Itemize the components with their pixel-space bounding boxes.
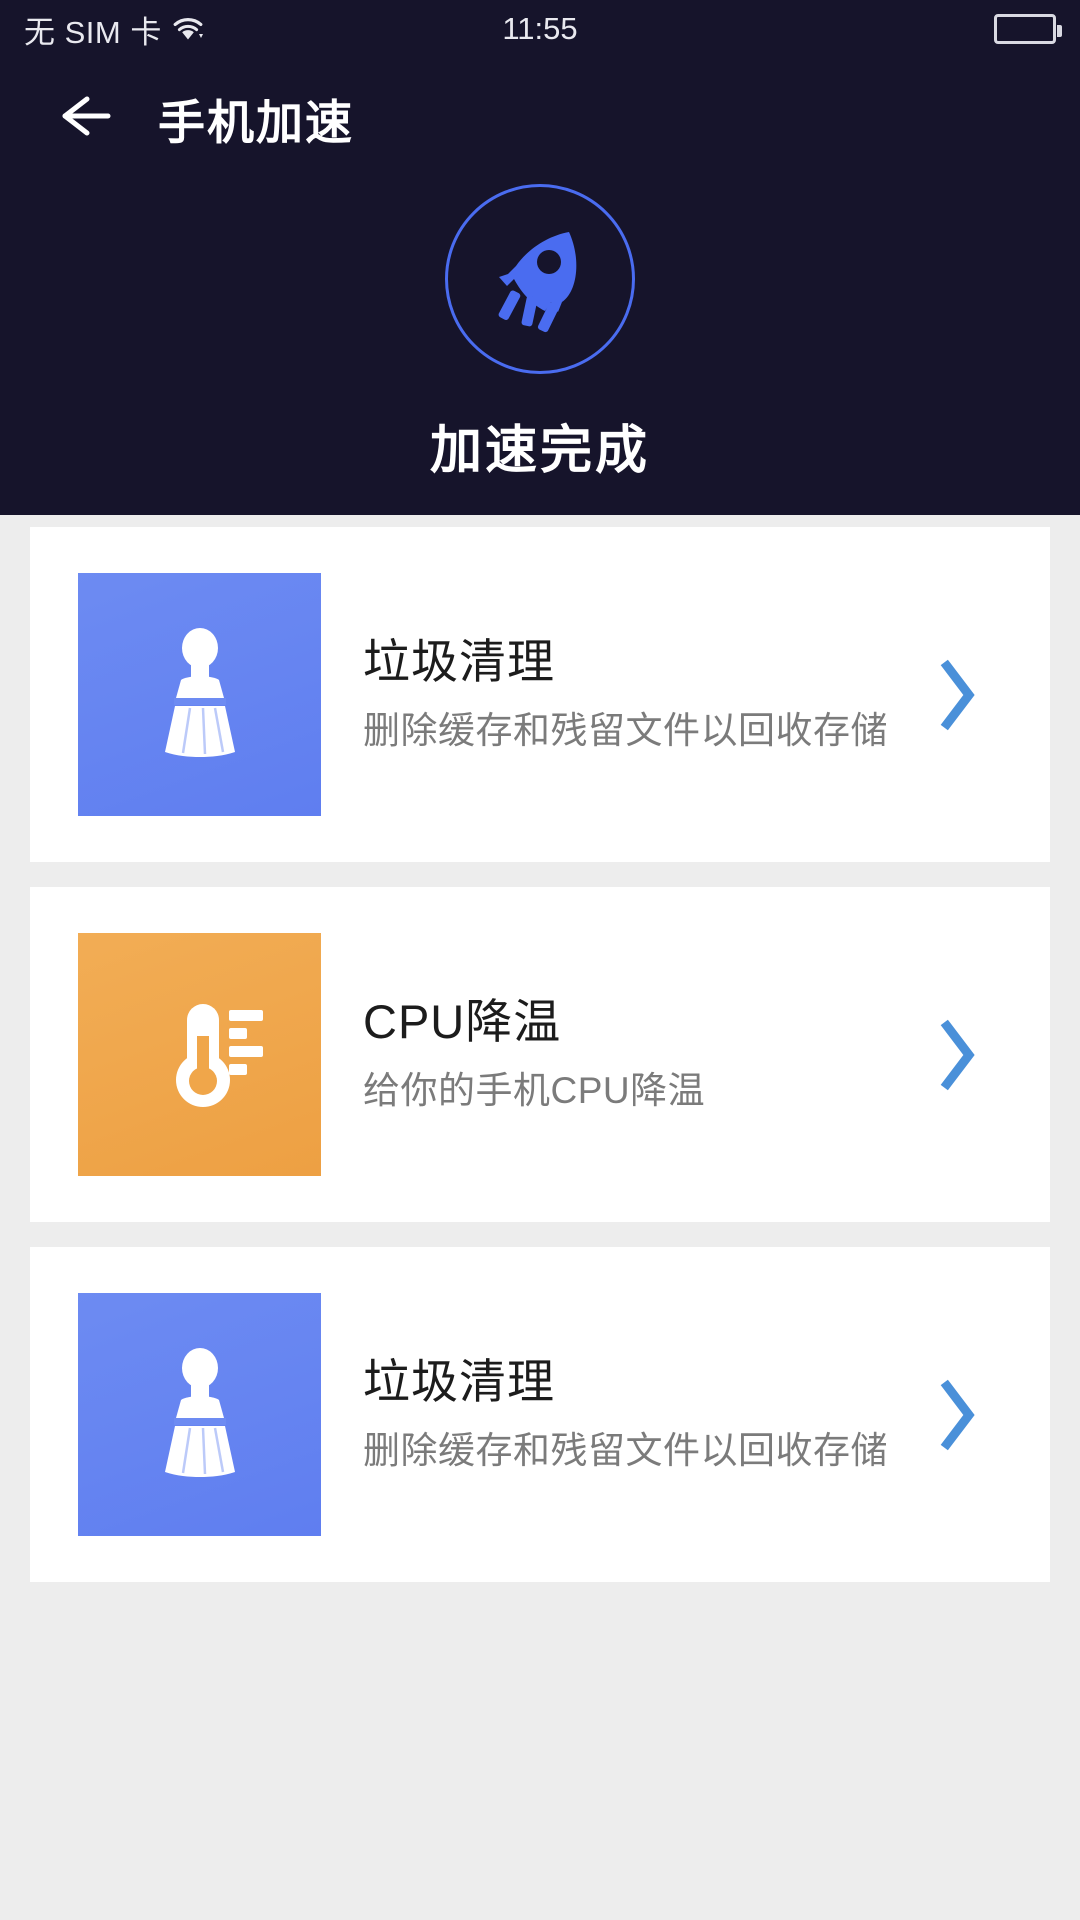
broom-icon <box>78 573 321 816</box>
list-item-description: 给你的手机CPU降温 <box>363 1069 706 1111</box>
battery-icon <box>994 14 1062 44</box>
list-item[interactable]: CPU降温 给你的手机CPU降温 <box>30 887 1050 1222</box>
rocket-icon <box>477 214 603 345</box>
hero-status-title: 加速完成 <box>429 422 650 480</box>
carrier-label: 无 SIM 卡 <box>24 14 162 50</box>
list-item-title: 垃圾清理 <box>363 634 555 688</box>
list-item-title: CPU降温 <box>363 994 562 1048</box>
back-arrow-icon <box>53 91 115 146</box>
list-item-text: 垃圾清理 删除缓存和残留文件以回收存储 <box>363 1355 910 1474</box>
hero-section: 加速完成 <box>0 178 1080 483</box>
chevron-right-icon[interactable] <box>910 1378 1006 1452</box>
chevron-right-icon[interactable] <box>910 1018 1006 1092</box>
back-button[interactable] <box>36 70 132 166</box>
status-bar: 无 SIM 卡 11:55 <box>0 0 1080 58</box>
list-item-title: 垃圾清理 <box>363 1354 555 1408</box>
list-item-text: CPU降温 给你的手机CPU降温 <box>363 995 910 1114</box>
broom-icon <box>78 1293 321 1536</box>
page-title: 手机加速 <box>158 95 354 149</box>
nav-bar: 手机加速 <box>0 58 1080 178</box>
list-item-text: 垃圾清理 删除缓存和残留文件以回收存储 <box>363 635 910 754</box>
chevron-right-icon[interactable] <box>910 658 1006 732</box>
status-bar-left: 无 SIM 卡 <box>24 7 206 52</box>
list-item-description: 删除缓存和残留文件以回收存储 <box>363 1429 888 1471</box>
thermometer-icon <box>78 933 321 1176</box>
app-header: 手机加速 加速完成 <box>0 58 1080 515</box>
rocket-badge <box>445 184 635 374</box>
list-item-description: 删除缓存和残留文件以回收存储 <box>363 709 888 751</box>
list-item[interactable]: 垃圾清理 删除缓存和残留文件以回收存储 <box>30 527 1050 862</box>
status-bar-right <box>994 14 1062 44</box>
feature-card-list: 垃圾清理 删除缓存和残留文件以回收存储 CPU降温 给你的手机CPU降温 垃圾清… <box>0 527 1080 1607</box>
list-item[interactable]: 垃圾清理 删除缓存和残留文件以回收存储 <box>30 1247 1050 1582</box>
wifi-icon <box>172 15 206 43</box>
